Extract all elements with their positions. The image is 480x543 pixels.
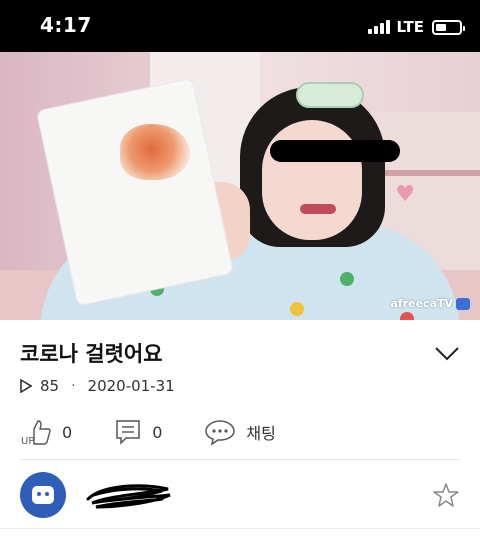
watermark-text: afreecaTV <box>390 297 453 310</box>
app-screen: 4:17 LTE ♥ afreecaTV 코로나 걸렷어요 85 · 2020-… <box>0 0 480 543</box>
up-count: 0 <box>62 422 73 442</box>
post-date: 2020-01-31 <box>87 377 175 395</box>
actions-row: UP 0 0 채팅 <box>20 417 276 447</box>
post-title: 코로나 걸렷어요 <box>20 342 163 366</box>
signal-icon <box>368 20 391 34</box>
up-button[interactable]: UP 0 <box>20 418 72 446</box>
title-row: 코로나 걸렷어요 <box>20 338 460 368</box>
censored-channel-name <box>86 484 171 509</box>
chat-bubble-icon <box>205 420 236 446</box>
network-label: LTE <box>396 18 424 36</box>
svg-text:UP: UP <box>21 436 34 446</box>
censor-mark <box>270 140 400 162</box>
chat-button[interactable]: 채팅 <box>204 418 276 446</box>
channel-row[interactable] <box>20 470 460 520</box>
person-face <box>262 120 362 240</box>
bottom-divider <box>0 528 480 529</box>
afreecatv-mascot-icon <box>32 486 54 504</box>
battery-fill <box>436 23 446 31</box>
person-mouth <box>300 204 336 214</box>
status-indicators: LTE <box>368 18 465 36</box>
meta-row: 85 · 2020-01-31 <box>20 376 175 396</box>
tv-logo-icon <box>456 297 470 310</box>
hair-roller <box>296 82 364 108</box>
expand-chevron-icon[interactable] <box>434 343 460 363</box>
channel-avatar[interactable] <box>20 472 66 518</box>
favorite-star-icon[interactable] <box>432 481 460 509</box>
status-bar: 4:17 LTE <box>0 0 480 52</box>
up-thumb-icon: UP <box>21 420 51 446</box>
video-player[interactable]: ♥ afreecaTV <box>0 52 480 320</box>
divider <box>20 459 460 460</box>
meta-separator: · <box>71 378 76 394</box>
afreecatv-watermark: afreecaTV <box>390 297 470 310</box>
chat-label: 채팅 <box>246 424 276 443</box>
comment-icon <box>116 420 140 445</box>
battery-icon <box>432 19 465 35</box>
view-count: 85 <box>40 377 60 395</box>
tissue-stain <box>120 124 190 180</box>
status-time: 4:17 <box>40 13 92 37</box>
comment-button[interactable]: 0 <box>114 419 162 445</box>
play-count-icon <box>20 379 32 393</box>
comment-count: 0 <box>152 422 163 442</box>
